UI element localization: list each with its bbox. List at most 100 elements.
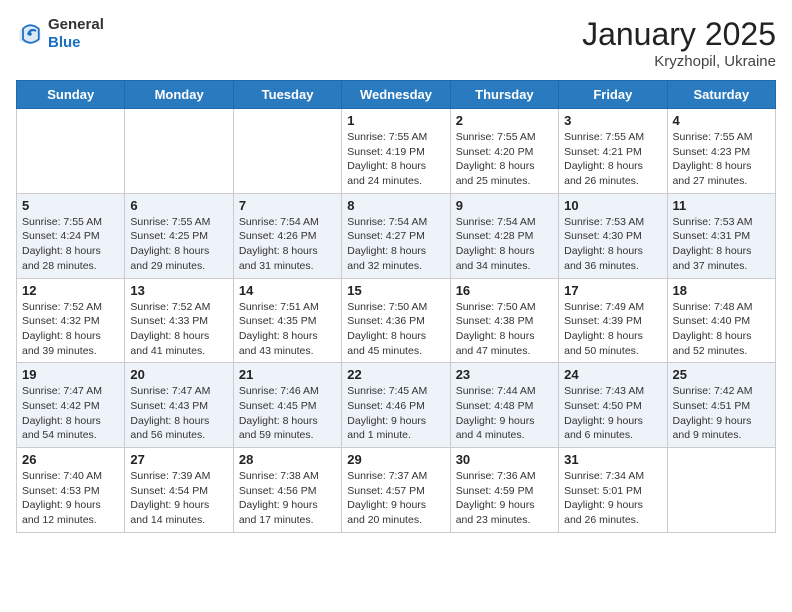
day-info: Sunrise: 7:54 AM Sunset: 4:28 PM Dayligh… [456, 215, 553, 274]
calendar-week-row: 19 Sunrise: 7:47 AM Sunset: 4:42 PM Dayli… [17, 363, 776, 448]
day-number: 7 [239, 198, 336, 213]
day-info: Sunrise: 7:55 AM Sunset: 4:21 PM Dayligh… [564, 130, 661, 189]
calendar-cell: 18 Sunrise: 7:48 AM Sunset: 4:40 PM Dayli… [667, 278, 775, 363]
day-info: Sunrise: 7:48 AM Sunset: 4:40 PM Dayligh… [673, 300, 770, 359]
day-number: 24 [564, 367, 661, 382]
weekday-header: Tuesday [233, 81, 341, 109]
day-info: Sunrise: 7:49 AM Sunset: 4:39 PM Dayligh… [564, 300, 661, 359]
calendar-cell: 13 Sunrise: 7:52 AM Sunset: 4:33 PM Dayli… [125, 278, 233, 363]
day-info: Sunrise: 7:47 AM Sunset: 4:43 PM Dayligh… [130, 384, 227, 443]
calendar-week-row: 5 Sunrise: 7:55 AM Sunset: 4:24 PM Daylig… [17, 193, 776, 278]
calendar-cell: 23Sunrise: 7:44 AM Sunset: 4:48 PM Dayli… [450, 363, 558, 448]
day-number: 8 [347, 198, 444, 213]
day-info: Sunrise: 7:38 AM Sunset: 4:56 PM Dayligh… [239, 469, 336, 528]
day-info: Sunrise: 7:39 AM Sunset: 4:54 PM Dayligh… [130, 469, 227, 528]
day-number: 11 [673, 198, 770, 213]
day-info: Sunrise: 7:55 AM Sunset: 4:25 PM Dayligh… [130, 215, 227, 274]
calendar-cell: 27 Sunrise: 7:39 AM Sunset: 4:54 PM Dayli… [125, 448, 233, 533]
day-number: 15 [347, 283, 444, 298]
calendar-cell: 29 Sunrise: 7:37 AM Sunset: 4:57 PM Dayli… [342, 448, 450, 533]
calendar-cell: 10Sunrise: 7:53 AM Sunset: 4:30 PM Dayli… [559, 193, 667, 278]
calendar-cell: 9 Sunrise: 7:54 AM Sunset: 4:28 PM Daylig… [450, 193, 558, 278]
calendar-cell: 2 Sunrise: 7:55 AM Sunset: 4:20 PM Daylig… [450, 109, 558, 194]
day-info: Sunrise: 7:54 AM Sunset: 4:26 PM Dayligh… [239, 215, 336, 274]
calendar-week-row: 26 Sunrise: 7:40 AM Sunset: 4:53 PM Dayli… [17, 448, 776, 533]
calendar-cell: 5 Sunrise: 7:55 AM Sunset: 4:24 PM Daylig… [17, 193, 125, 278]
day-number: 19 [22, 367, 119, 382]
weekday-header: Wednesday [342, 81, 450, 109]
day-info: Sunrise: 7:53 AM Sunset: 4:31 PM Dayligh… [673, 215, 770, 274]
calendar-cell: 14 Sunrise: 7:51 AM Sunset: 4:35 PM Dayli… [233, 278, 341, 363]
calendar-cell [17, 109, 125, 194]
calendar-cell: 3 Sunrise: 7:55 AM Sunset: 4:21 PM Daylig… [559, 109, 667, 194]
day-info: Sunrise: 7:45 AM Sunset: 4:46 PM Dayligh… [347, 384, 444, 443]
day-info: Sunrise: 7:55 AM Sunset: 4:20 PM Dayligh… [456, 130, 553, 189]
day-info: Sunrise: 7:37 AM Sunset: 4:57 PM Dayligh… [347, 469, 444, 528]
day-number: 13 [130, 283, 227, 298]
day-number: 4 [673, 113, 770, 128]
calendar-cell: 30Sunrise: 7:36 AM Sunset: 4:59 PM Dayli… [450, 448, 558, 533]
month-title: January 2025 [582, 16, 776, 53]
day-number: 18 [673, 283, 770, 298]
day-number: 17 [564, 283, 661, 298]
logo-blue-text: Blue [48, 34, 104, 52]
calendar-cell: 7 Sunrise: 7:54 AM Sunset: 4:26 PM Daylig… [233, 193, 341, 278]
calendar-table: SundayMondayTuesdayWednesdayThursdayFrid… [16, 80, 776, 533]
day-number: 9 [456, 198, 553, 213]
weekday-header: Saturday [667, 81, 775, 109]
calendar-week-row: 12Sunrise: 7:52 AM Sunset: 4:32 PM Dayli… [17, 278, 776, 363]
weekday-header-row: SundayMondayTuesdayWednesdayThursdayFrid… [17, 81, 776, 109]
day-info: Sunrise: 7:36 AM Sunset: 4:59 PM Dayligh… [456, 469, 553, 528]
day-info: Sunrise: 7:53 AM Sunset: 4:30 PM Dayligh… [564, 215, 661, 274]
logo-general-text: General [48, 16, 104, 34]
day-number: 26 [22, 452, 119, 467]
calendar-cell: 12Sunrise: 7:52 AM Sunset: 4:32 PM Dayli… [17, 278, 125, 363]
day-number: 2 [456, 113, 553, 128]
day-number: 3 [564, 113, 661, 128]
day-info: Sunrise: 7:40 AM Sunset: 4:53 PM Dayligh… [22, 469, 119, 528]
calendar-cell: 31 Sunrise: 7:34 AM Sunset: 5:01 PM Dayli… [559, 448, 667, 533]
calendar-cell: 6 Sunrise: 7:55 AM Sunset: 4:25 PM Daylig… [125, 193, 233, 278]
day-number: 6 [130, 198, 227, 213]
calendar-cell: 26 Sunrise: 7:40 AM Sunset: 4:53 PM Dayli… [17, 448, 125, 533]
day-number: 29 [347, 452, 444, 467]
day-info: Sunrise: 7:52 AM Sunset: 4:32 PM Dayligh… [22, 300, 119, 359]
logo-icon [16, 20, 44, 48]
day-info: Sunrise: 7:55 AM Sunset: 4:23 PM Dayligh… [673, 130, 770, 189]
day-number: 21 [239, 367, 336, 382]
day-number: 5 [22, 198, 119, 213]
day-info: Sunrise: 7:54 AM Sunset: 4:27 PM Dayligh… [347, 215, 444, 274]
day-info: Sunrise: 7:50 AM Sunset: 4:38 PM Dayligh… [456, 300, 553, 359]
calendar-cell: 20 Sunrise: 7:47 AM Sunset: 4:43 PM Dayli… [125, 363, 233, 448]
calendar-cell: 11 Sunrise: 7:53 AM Sunset: 4:31 PM Dayli… [667, 193, 775, 278]
day-number: 1 [347, 113, 444, 128]
day-info: Sunrise: 7:43 AM Sunset: 4:50 PM Dayligh… [564, 384, 661, 443]
day-info: Sunrise: 7:55 AM Sunset: 4:24 PM Dayligh… [22, 215, 119, 274]
page-header: General Blue January 2025 Kryzhopil, Ukr… [16, 16, 776, 70]
day-info: Sunrise: 7:34 AM Sunset: 5:01 PM Dayligh… [564, 469, 661, 528]
logo: General Blue [16, 16, 104, 52]
calendar-cell: 15Sunrise: 7:50 AM Sunset: 4:36 PM Dayli… [342, 278, 450, 363]
day-info: Sunrise: 7:52 AM Sunset: 4:33 PM Dayligh… [130, 300, 227, 359]
day-number: 22 [347, 367, 444, 382]
day-number: 16 [456, 283, 553, 298]
calendar-cell: 28Sunrise: 7:38 AM Sunset: 4:56 PM Dayli… [233, 448, 341, 533]
day-number: 14 [239, 283, 336, 298]
day-info: Sunrise: 7:47 AM Sunset: 4:42 PM Dayligh… [22, 384, 119, 443]
day-number: 23 [456, 367, 553, 382]
calendar-cell [667, 448, 775, 533]
day-info: Sunrise: 7:51 AM Sunset: 4:35 PM Dayligh… [239, 300, 336, 359]
day-info: Sunrise: 7:46 AM Sunset: 4:45 PM Dayligh… [239, 384, 336, 443]
day-number: 27 [130, 452, 227, 467]
day-info: Sunrise: 7:55 AM Sunset: 4:19 PM Dayligh… [347, 130, 444, 189]
calendar-cell: 25Sunrise: 7:42 AM Sunset: 4:51 PM Dayli… [667, 363, 775, 448]
calendar-cell: 8 Sunrise: 7:54 AM Sunset: 4:27 PM Daylig… [342, 193, 450, 278]
day-number: 20 [130, 367, 227, 382]
weekday-header: Thursday [450, 81, 558, 109]
weekday-header: Monday [125, 81, 233, 109]
day-number: 31 [564, 452, 661, 467]
calendar-cell: 16 Sunrise: 7:50 AM Sunset: 4:38 PM Dayli… [450, 278, 558, 363]
location-subtitle: Kryzhopil, Ukraine [582, 53, 776, 70]
weekday-header: Sunday [17, 81, 125, 109]
day-number: 25 [673, 367, 770, 382]
